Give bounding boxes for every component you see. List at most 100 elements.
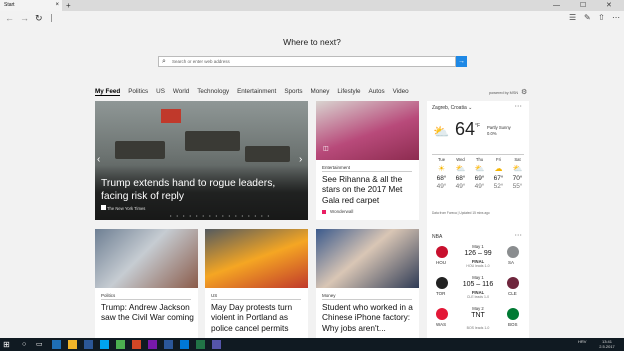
card-title[interactable]: May Day protests turn violent in Portlan…	[211, 302, 306, 333]
divider	[432, 154, 524, 155]
hero-title[interactable]: Trump extends hand to rogue leaders, fac…	[101, 178, 301, 203]
weather-icon: ⛅	[474, 164, 485, 173]
tab-strip: Start × + — ☐ ✕	[0, 0, 624, 11]
weather-card[interactable]: Zagreb, Croatia ⌄ • • • ⛅ 64 °F Partly S…	[427, 101, 529, 233]
game-score: 105 – 116	[462, 281, 494, 288]
page-heading: Where to next?	[283, 37, 341, 47]
entertainment-card[interactable]: ◫ Entertainment See Rihanna & all the st…	[316, 101, 419, 220]
category-my-feed[interactable]: My Feed	[95, 88, 121, 96]
card-image	[95, 229, 198, 288]
category-nav: My Feed Politics US World Technology Entertai…	[95, 88, 417, 98]
forecast-day[interactable]: Sat ⛅ 70° 55°	[509, 157, 526, 190]
minimize-icon[interactable]: —	[553, 0, 560, 11]
game-row[interactable]: HOU May 1 126 – 99 FINAL HOU leads 1-0 SA	[427, 244, 529, 274]
share-icon[interactable]: ⇧	[598, 12, 605, 24]
divider	[322, 171, 412, 172]
tab-start[interactable]: Start ×	[0, 0, 62, 11]
home-team: HOU	[436, 260, 446, 265]
day-name: Tue	[437, 157, 446, 162]
game-row[interactable]: WAS May 2 TNT BOS leads 1-0 BOS	[427, 306, 529, 336]
category-politics[interactable]: Politics	[128, 88, 148, 95]
category-entertainment[interactable]: Entertainment	[237, 88, 276, 95]
windows-start-icon[interactable]: ⊞	[3, 340, 12, 349]
search-icon[interactable]: ○	[22, 340, 31, 349]
maximize-icon[interactable]: ☐	[580, 0, 586, 11]
carousel-dots[interactable]: • • • • • • • • • • • • • • • •	[170, 213, 271, 218]
app-icon[interactable]	[212, 340, 221, 349]
tab-close-icon[interactable]: ×	[55, 0, 59, 11]
news-card[interactable]: Money Student who worked in a Chinese iP…	[316, 229, 419, 338]
app-icon[interactable]	[132, 340, 141, 349]
news-card[interactable]: US May Day protests turn violent in Port…	[205, 229, 308, 338]
hero-card[interactable]: ‹ › Trump extends hand to rogue leaders,…	[95, 101, 308, 220]
category-technology[interactable]: Technology	[197, 88, 229, 95]
word-icon[interactable]	[164, 340, 173, 349]
close-window-icon[interactable]: ✕	[606, 0, 612, 11]
day-high: 70°	[512, 175, 523, 182]
refresh-icon[interactable]: ↻	[35, 12, 43, 24]
precipitation: 0.0%	[487, 131, 497, 136]
category-autos[interactable]: Autos	[369, 88, 385, 95]
input-language[interactable]: HRV	[578, 339, 586, 344]
day-name: Wed	[456, 157, 465, 162]
address-bar-cursor[interactable]	[51, 14, 52, 22]
weather-icon: ☁	[494, 164, 503, 173]
clock[interactable]: 13:41 2.5.2017	[596, 339, 618, 349]
search-icon: ⌕	[162, 58, 166, 65]
forecast-day[interactable]: Tue ☀ 68° 49°	[433, 157, 450, 190]
weather-location[interactable]: Zagreb, Croatia ⌄	[432, 105, 472, 111]
back-icon[interactable]: ←	[5, 12, 14, 24]
category-video[interactable]: Video	[393, 88, 409, 95]
category-money[interactable]: Money	[311, 88, 330, 95]
carousel-next-icon[interactable]: ›	[299, 154, 302, 165]
excel-icon[interactable]	[196, 340, 205, 349]
category-sports[interactable]: Sports	[284, 88, 302, 95]
more-icon[interactable]: • • •	[515, 103, 521, 108]
forecast-day[interactable]: Wed ⛅ 68° 49°	[452, 157, 469, 190]
web-note-icon[interactable]: ✎	[584, 12, 591, 24]
task-view-icon[interactable]: ▭	[36, 340, 45, 349]
app-icon[interactable]	[148, 340, 157, 349]
game-date: May 1	[472, 244, 484, 249]
app-icon[interactable]	[84, 340, 93, 349]
day-high: 68°	[455, 175, 466, 182]
weather-icon: ⛅	[512, 164, 523, 173]
tab-title: Start	[4, 2, 15, 8]
game-row[interactable]: TOR May 1 105 – 116 FINAL CLE leads 1-0 CLE	[427, 275, 529, 305]
more-icon[interactable]: ⋯	[612, 12, 620, 24]
divider	[322, 299, 412, 300]
app-icon[interactable]	[100, 340, 109, 349]
category-lifestyle[interactable]: Lifestyle	[337, 88, 360, 95]
nba-scores-card[interactable]: NBA • • • HOU May 1 126 – 99 FINAL HOU leads…	[427, 230, 529, 338]
carousel-prev-icon[interactable]: ‹	[97, 154, 100, 165]
team-logo-icon	[507, 246, 519, 258]
gear-icon[interactable]: ⚙	[521, 88, 527, 96]
forecast-day[interactable]: Thu ⛅ 69° 49°	[471, 157, 488, 190]
forward-icon[interactable]: →	[20, 12, 29, 24]
new-tab-icon[interactable]: +	[66, 0, 71, 11]
card-title[interactable]: See Rihanna & all the stars on the 2017 …	[322, 174, 417, 205]
start-page: Where to next? ⌕ Search or enter web add…	[0, 25, 624, 338]
tank-image-shape	[245, 146, 290, 162]
day-high: 69°	[474, 175, 485, 182]
card-title[interactable]: Student who worked in a Chinese iPhone f…	[322, 302, 417, 333]
search-go-button[interactable]: →	[456, 56, 467, 67]
source-logo-icon	[101, 205, 106, 210]
card-title[interactable]: Trump: Andrew Jackson saw the Civil War …	[101, 302, 196, 323]
divider	[211, 299, 301, 300]
category-us[interactable]: US	[156, 88, 165, 95]
hub-icon[interactable]: ☰	[569, 12, 576, 24]
chrome-icon[interactable]	[116, 340, 125, 349]
category-world[interactable]: World	[173, 88, 189, 95]
temp-unit[interactable]: °F	[475, 123, 480, 129]
app-icon[interactable]	[180, 340, 189, 349]
away-team: SA	[508, 260, 515, 265]
news-card[interactable]: Politics Trump: Andrew Jackson saw the C…	[95, 229, 198, 338]
forecast-day[interactable]: Fri ☁ 67° 52°	[490, 157, 507, 190]
file-explorer-icon[interactable]	[68, 340, 77, 349]
search-input[interactable]: ⌕ Search or enter web address	[158, 56, 456, 67]
wonderwall-logo	[322, 210, 326, 214]
home-team: WAS	[436, 322, 447, 327]
edge-app-icon[interactable]	[52, 340, 61, 349]
more-icon[interactable]: • • •	[515, 232, 521, 237]
